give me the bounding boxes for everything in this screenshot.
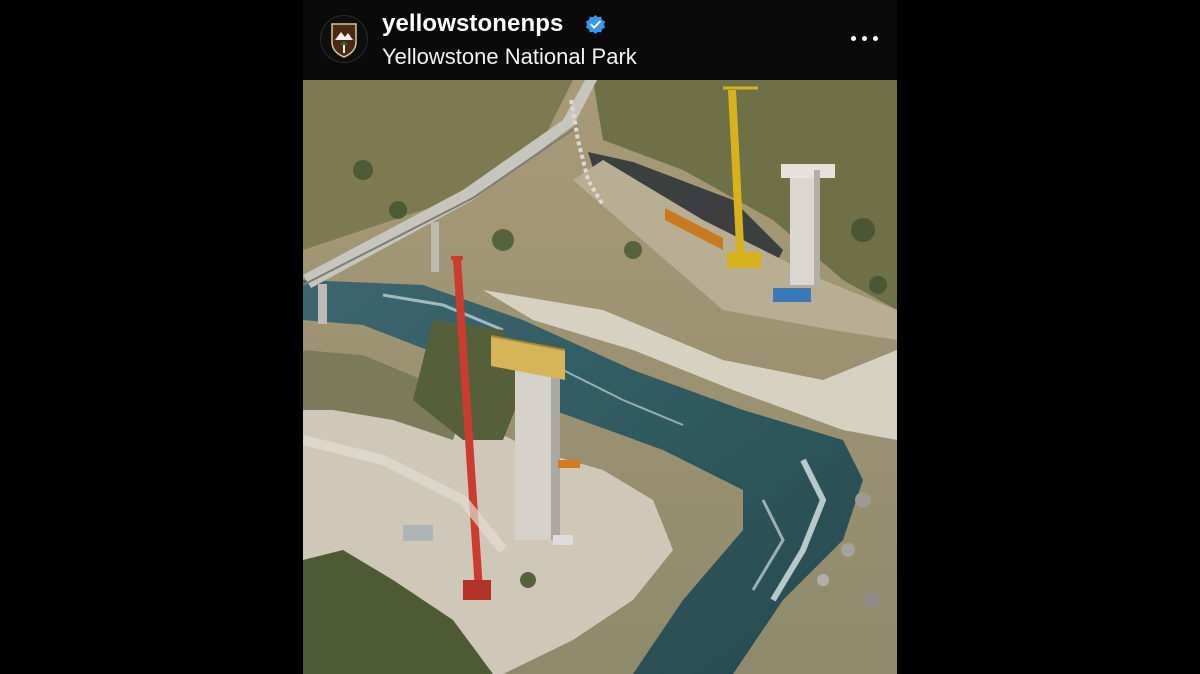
account-full-name: Yellowstone National Park [382,44,637,69]
username-link[interactable]: yellowstonenps [382,10,563,38]
nps-arrowhead-logo-icon [331,23,357,58]
post-photo [303,80,897,674]
verified-badge-icon [585,14,606,35]
post-container: yellowstonenps Yellowstone National Park [303,0,897,674]
profile-avatar[interactable] [320,15,368,63]
more-options-button[interactable] [849,26,881,50]
post-header: yellowstonenps Yellowstone National Park [303,0,897,80]
